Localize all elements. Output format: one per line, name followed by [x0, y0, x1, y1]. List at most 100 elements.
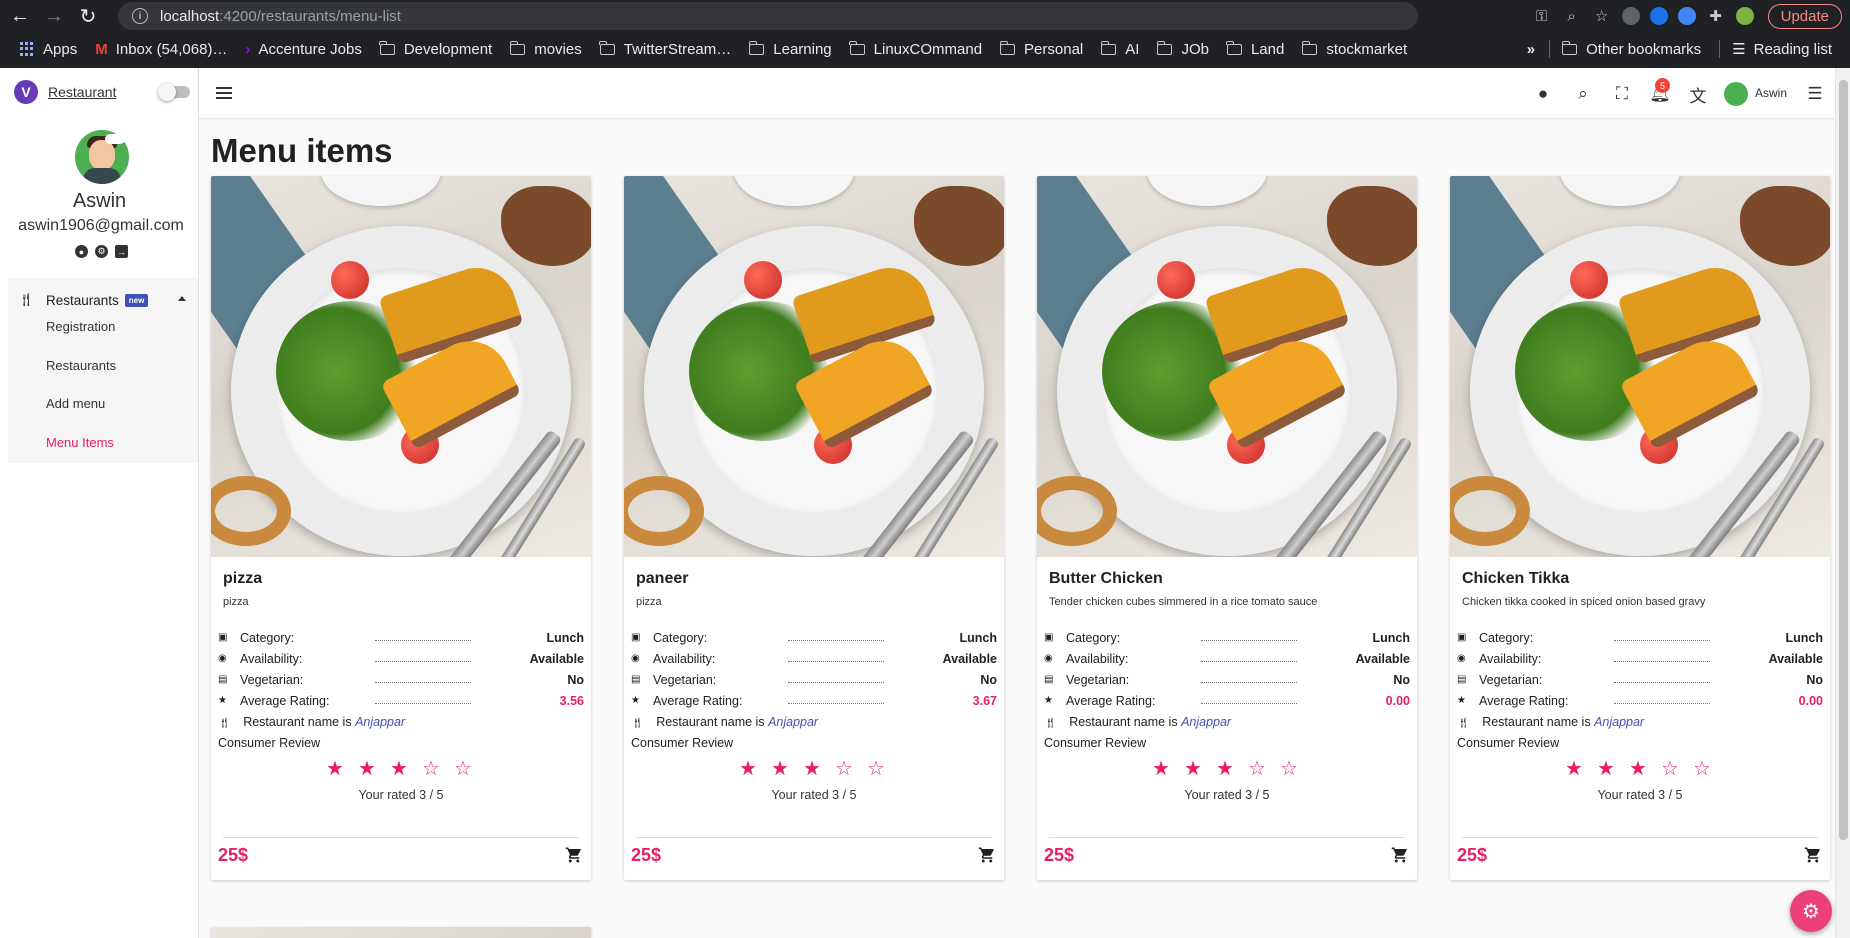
theme-toggle[interactable]: [158, 83, 190, 101]
star-outline-icon[interactable]: ☆: [421, 759, 441, 779]
extension-icon[interactable]: [1621, 7, 1640, 25]
restaurant-name-link[interactable]: Anjappar: [355, 715, 405, 729]
bookmark-folder[interactable]: Personal: [999, 40, 1083, 58]
bookmark-folder[interactable]: movies: [509, 40, 582, 58]
reload-icon[interactable]: ↻: [74, 2, 102, 30]
user-name[interactable]: Aswin: [1755, 86, 1787, 100]
star-outline-icon[interactable]: ☆: [453, 759, 473, 779]
bookmark-folder[interactable]: TwitterStream…: [599, 40, 731, 58]
cart-icon[interactable]: [565, 846, 583, 864]
restaurant-name-link[interactable]: Anjappar: [1594, 715, 1644, 729]
settings-icon[interactable]: ⚙: [95, 245, 108, 258]
bookmark-apps[interactable]: Apps: [20, 41, 77, 58]
star-filled-icon[interactable]: ★: [770, 759, 790, 779]
menu-item-description: pizza: [636, 596, 662, 608]
rating-row: ★ Average Rating: 0.00: [1457, 694, 1823, 710]
user-avatar[interactable]: [1724, 82, 1748, 106]
cart-icon[interactable]: [1804, 846, 1822, 864]
more-bookmarks-icon[interactable]: »: [1527, 41, 1535, 58]
site-info-icon[interactable]: i: [132, 8, 148, 24]
star-filled-icon[interactable]: ★: [1628, 759, 1648, 779]
github-icon[interactable]: ●: [1533, 84, 1553, 104]
settings-fab[interactable]: ⚙: [1790, 890, 1832, 932]
sidebar-group-restaurants[interactable]: 🍴︎ Restaurants new: [18, 290, 188, 310]
bookmark-folder[interactable]: JOb: [1156, 40, 1209, 58]
new-badge: new: [124, 293, 149, 307]
menu-icon[interactable]: [216, 87, 232, 99]
bookmark-folder[interactable]: LinuxCOmmand: [849, 40, 982, 58]
other-bookmarks[interactable]: Other bookmarks: [1561, 40, 1701, 58]
bookmark-folder[interactable]: AI: [1100, 40, 1139, 58]
extension-icon[interactable]: [1649, 7, 1668, 25]
key-icon[interactable]: ⚿: [1532, 6, 1552, 26]
restaurant-name-link[interactable]: Anjappar: [768, 715, 818, 729]
star-outline-icon[interactable]: ☆: [866, 759, 886, 779]
bookmark-folder[interactable]: Learning: [748, 40, 832, 58]
cart-icon[interactable]: [978, 846, 996, 864]
availability-value: Available: [942, 652, 997, 666]
vegetarian-row: ▤ Vegetarian: No: [1457, 673, 1823, 689]
rating-label: Average Rating:: [1066, 694, 1156, 708]
list-icon[interactable]: ☰: [1805, 84, 1825, 104]
puzzle-icon[interactable]: ✚: [1706, 6, 1726, 26]
translate-icon[interactable]: 文: [1688, 84, 1708, 106]
star-filled-icon[interactable]: ★: [1596, 759, 1616, 779]
bookmark-folder[interactable]: Development: [379, 40, 492, 58]
menu-item-name: Chicken Tikka: [1462, 570, 1570, 587]
rating-label: Average Rating:: [653, 694, 743, 708]
star-filled-icon[interactable]: ★: [389, 759, 409, 779]
scroll-thumb[interactable]: [1839, 80, 1848, 840]
zoom-icon[interactable]: ⌕: [1562, 6, 1582, 26]
forward-icon[interactable]: →: [40, 2, 68, 30]
star-outline-icon[interactable]: ☆: [834, 759, 854, 779]
bookmark-star-icon[interactable]: ☆: [1592, 6, 1612, 26]
sidebar-item-registration[interactable]: Registration: [46, 319, 115, 334]
cart-icon[interactable]: [1391, 846, 1409, 864]
brand-name[interactable]: Restaurant: [48, 84, 116, 100]
rating-label: Average Rating:: [1479, 694, 1569, 708]
star-filled-icon[interactable]: ★: [1215, 759, 1235, 779]
star-filled-icon[interactable]: ★: [1564, 759, 1584, 779]
fullscreen-icon[interactable]: ⛶: [1612, 84, 1632, 104]
star-filled-icon[interactable]: ★: [738, 759, 758, 779]
back-icon[interactable]: ←: [6, 2, 34, 30]
star-outline-icon[interactable]: ☆: [1692, 759, 1712, 779]
star-filled-icon[interactable]: ★: [357, 759, 377, 779]
category-icon: ▣: [1457, 632, 1467, 643]
star-rating[interactable]: ★ ★ ★ ☆ ☆: [1564, 759, 1712, 779]
menu-item-description: pizza: [223, 596, 249, 608]
bookmarks-right: » Other bookmarks ☰ Reading list: [1527, 36, 1850, 62]
star-filled-icon[interactable]: ★: [1183, 759, 1203, 779]
bookmark-inbox[interactable]: M Inbox (54,068)…: [95, 41, 227, 58]
bookmark-accenture[interactable]: › Accenture Jobs: [245, 41, 361, 58]
star-filled-icon[interactable]: ★: [1151, 759, 1171, 779]
star-rating[interactable]: ★ ★ ★ ☆ ☆: [325, 759, 473, 779]
star-rating[interactable]: ★ ★ ★ ☆ ☆: [1151, 759, 1299, 779]
star-rating[interactable]: ★ ★ ★ ☆ ☆: [738, 759, 886, 779]
sidebar-item-menu-items[interactable]: Menu Items: [46, 435, 114, 450]
scrollbar[interactable]: [1835, 68, 1850, 938]
vegetarian-value: No: [567, 673, 584, 687]
logout-icon[interactable]: →: [115, 245, 128, 258]
account-icon[interactable]: ●: [75, 245, 88, 258]
bookmark-folder[interactable]: stockmarket: [1301, 40, 1407, 58]
bookmark-folder[interactable]: Land: [1226, 40, 1284, 58]
profile-avatar-icon[interactable]: [1735, 7, 1754, 25]
sidebar-item-add-menu[interactable]: Add menu: [46, 396, 105, 411]
sidebar-item-restaurants[interactable]: Restaurants: [46, 358, 116, 373]
address-bar[interactable]: i localhost:4200/restaurants/menu-list: [118, 2, 1418, 30]
brand[interactable]: V Restaurant: [14, 80, 116, 104]
update-button[interactable]: Update: [1767, 3, 1842, 29]
menu-item-name: Butter Chicken: [1049, 570, 1163, 587]
star-outline-icon[interactable]: ☆: [1660, 759, 1680, 779]
extension-icon[interactable]: [1677, 7, 1696, 25]
rating-value: 0.00: [1798, 694, 1823, 708]
reading-list[interactable]: ☰ Reading list: [1732, 40, 1832, 59]
star-filled-icon[interactable]: ★: [802, 759, 822, 779]
star-filled-icon[interactable]: ★: [325, 759, 345, 779]
star-outline-icon[interactable]: ☆: [1247, 759, 1267, 779]
restaurant-name-link[interactable]: Anjappar: [1181, 715, 1231, 729]
star-outline-icon[interactable]: ☆: [1279, 759, 1299, 779]
search-icon[interactable]: ⌕: [1573, 84, 1593, 104]
restaurant-row: 🍴︎ Restaurant name is Anjappar: [1457, 715, 1644, 729]
